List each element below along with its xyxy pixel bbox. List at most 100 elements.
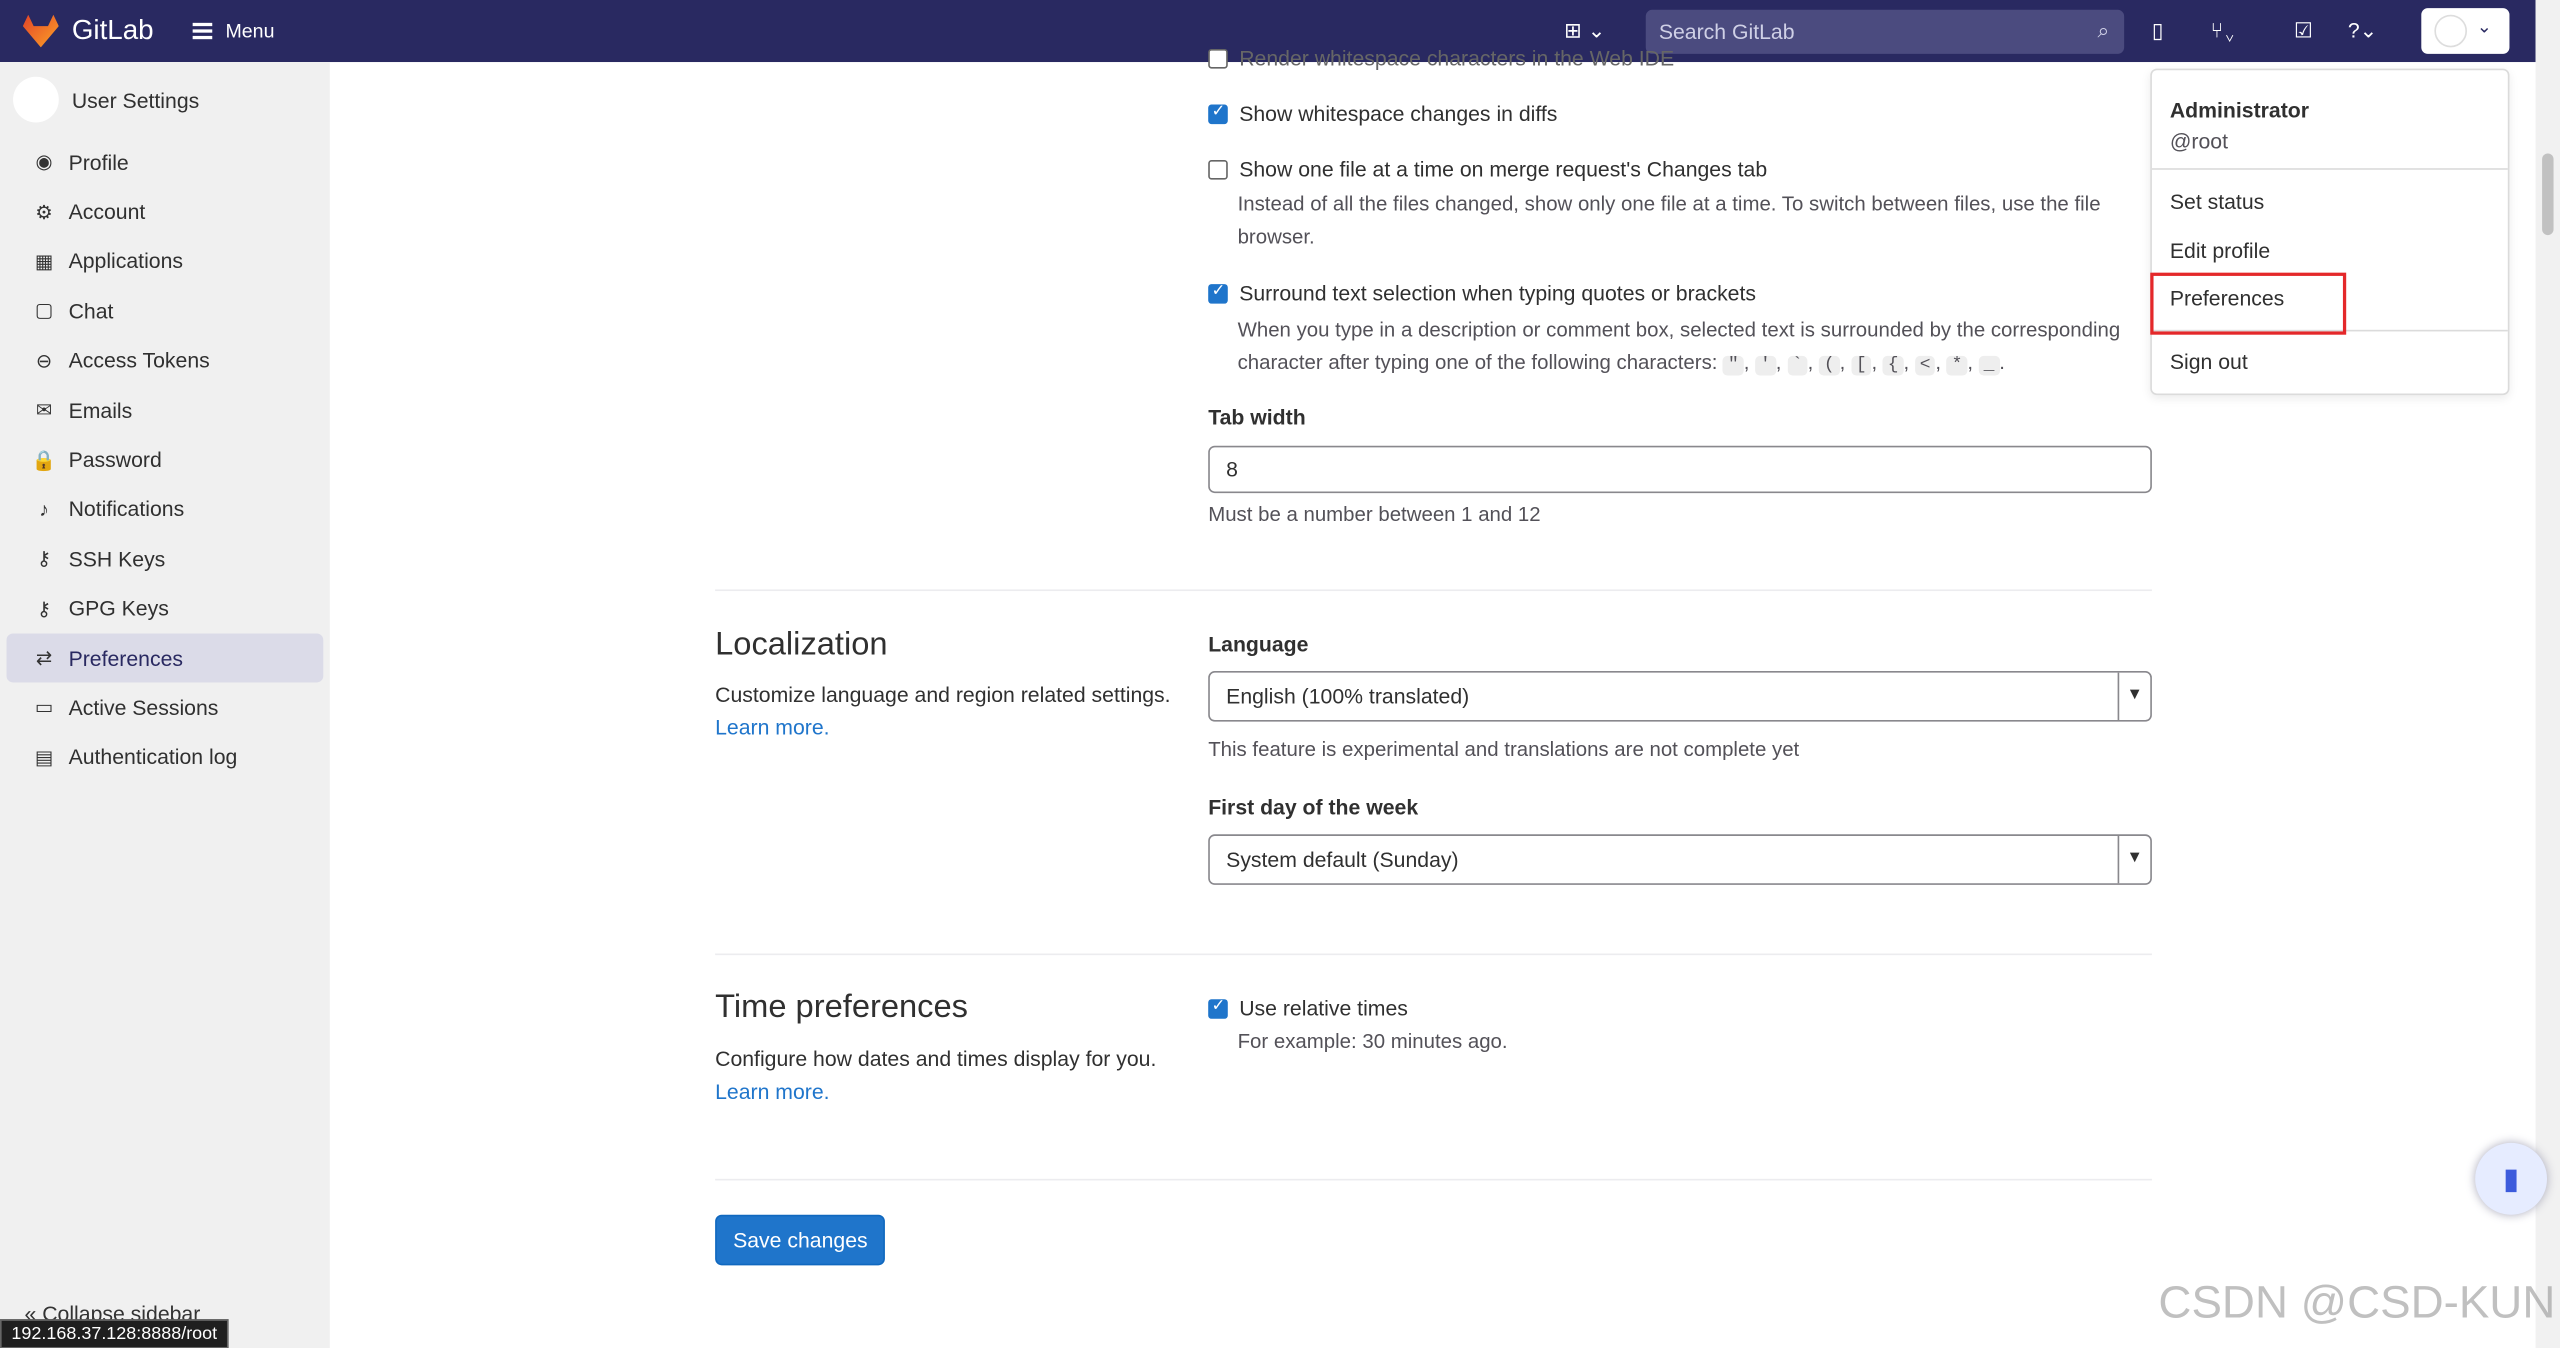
sidebar-item-ssh-keys[interactable]: ⚷ SSH Keys xyxy=(7,534,324,584)
section-desc: Customize language and region related se… xyxy=(715,679,1188,744)
char-code: * xyxy=(1946,355,1968,375)
mail-icon: ✉ xyxy=(35,398,53,422)
sidebar-item-authentication-log[interactable]: ▤ Authentication log xyxy=(7,733,324,783)
checkbox-label: Render whitespace characters in the Web … xyxy=(1239,45,1675,71)
sidebar-item-label: Authentication log xyxy=(68,745,238,770)
sidebar-item-label: Notifications xyxy=(68,497,185,522)
issues-icon[interactable]: ▯ xyxy=(2152,18,2164,44)
chat-icon: ▢ xyxy=(34,299,54,323)
checkbox-show-whitespace[interactable]: Show whitespace changes in diffs xyxy=(1208,101,1557,126)
save-changes-button[interactable]: Save changes xyxy=(715,1214,886,1266)
select-value: English (100% translated) xyxy=(1226,684,1470,709)
sidebar-item-label: Applications xyxy=(68,248,184,274)
char-code: < xyxy=(1914,355,1936,375)
tab-width-input[interactable]: 8 xyxy=(1208,445,2152,494)
sidebar-item-label: Access Tokens xyxy=(68,348,210,373)
sidebar: User Settings ◉ Profile ⚙ Account ▦ Applicati… xyxy=(0,62,330,1348)
chevron-down-icon: ▼ xyxy=(2117,835,2151,884)
checkbox-one-file[interactable]: Show one file at a time on merge request… xyxy=(1208,157,1767,181)
first-day-select[interactable]: System default (Sunday) ▼ xyxy=(1208,834,2152,885)
sidebar-item-label: SSH Keys xyxy=(68,546,166,572)
sidebar-header[interactable]: User Settings xyxy=(0,62,330,137)
checkbox xyxy=(1208,997,1228,1018)
applications-icon: ▦ xyxy=(34,249,54,273)
divider xyxy=(715,953,2152,956)
checkbox-surround[interactable]: Surround text selection when typing quot… xyxy=(1208,281,1756,305)
section-desc: Configure how dates and times display fo… xyxy=(715,1043,1188,1108)
sidebar-item-label: Profile xyxy=(68,149,129,175)
checkbox-label: Surround text selection when typing quot… xyxy=(1239,280,1756,306)
char-code: " xyxy=(1723,355,1744,375)
avatar xyxy=(2434,14,2468,48)
sidebar-title: User Settings xyxy=(71,87,200,112)
help-text: This feature is experimental and transla… xyxy=(1208,737,1800,761)
log-icon: ▤ xyxy=(34,745,54,769)
select-value: System default (Sunday) xyxy=(1226,847,1459,872)
sidebar-item-label: Account xyxy=(68,199,146,224)
checkbox xyxy=(1208,282,1228,303)
hamburger-icon xyxy=(192,22,213,40)
char-code: { xyxy=(1882,355,1904,375)
bell-icon: ♪ xyxy=(39,497,49,521)
sidebar-item-label: Active Sessions xyxy=(68,695,219,720)
menu-item-edit-profile[interactable]: Edit profile xyxy=(2152,226,2508,274)
sidebar-item-account[interactable]: ⚙ Account xyxy=(7,187,324,237)
help-text: When you type in a description or commen… xyxy=(1237,318,2121,375)
monitor-icon: ▭ xyxy=(34,696,54,720)
search-icon: ⌕ xyxy=(2097,17,2110,43)
scrollbar-thumb[interactable] xyxy=(2542,153,2554,236)
help-icon[interactable]: ?⌄ xyxy=(2348,18,2378,44)
sidebar-item-notifications[interactable]: ♪ Notifications xyxy=(7,484,324,534)
week-label: First day of the week xyxy=(1208,795,1419,820)
chevron-down-icon: ▼ xyxy=(2117,672,2151,721)
user-name: Administrator xyxy=(2169,97,2310,123)
sidebar-item-label: Preferences xyxy=(68,645,184,671)
checkbox-label: Use relative times xyxy=(1239,995,1408,1021)
merge-requests-icon[interactable]: ⑂⌄ xyxy=(2211,18,2236,42)
learn-more-link[interactable]: Learn more. xyxy=(715,1076,1188,1109)
sidebar-item-preferences[interactable]: ⇄ Preferences xyxy=(6,633,324,683)
new-dropdown-icon[interactable]: ⊞ ⌄ xyxy=(1564,18,1605,44)
user-menu-button[interactable]: ⌄ xyxy=(2421,8,2510,54)
input-value: 8 xyxy=(1226,457,1238,482)
floating-assistant-icon[interactable]: ▮ xyxy=(2475,1142,2548,1215)
sidebar-item-password[interactable]: 🔒 Password xyxy=(7,435,324,485)
sidebar-item-label: Emails xyxy=(68,397,133,423)
key-icon: ⚷ xyxy=(36,547,52,571)
sidebar-item-profile[interactable]: ◉ Profile xyxy=(7,137,324,187)
gitlab-home-link[interactable]: GitLab xyxy=(22,14,154,48)
sidebar-item-active-sessions[interactable]: ▭ Active Sessions xyxy=(7,683,324,733)
section-title: Localization xyxy=(715,626,888,663)
desc-text: Configure how dates and times display fo… xyxy=(715,1046,1157,1072)
brand: GitLab xyxy=(71,14,154,46)
sidebar-item-label: Password xyxy=(68,447,162,472)
language-label: Language xyxy=(1208,631,1309,657)
sidebar-item-gpg-keys[interactable]: ⚷ GPG Keys xyxy=(7,584,324,634)
checkbox-render-whitespace[interactable]: Render whitespace characters in the Web … xyxy=(1208,46,1674,70)
sidebar-item-applications[interactable]: ▦ Applications xyxy=(7,236,324,286)
lock-icon: 🔒 xyxy=(31,448,57,472)
menu-item-sign-out[interactable]: Sign out xyxy=(2152,337,2508,385)
help-text: Instead of all the files changed, show o… xyxy=(1237,192,2101,248)
tab-width-label: Tab width xyxy=(1208,404,1306,430)
divider xyxy=(715,589,2152,592)
sidebar-item-emails[interactable]: ✉ Emails xyxy=(7,385,324,435)
checkbox-relative-times[interactable]: Use relative times xyxy=(1208,996,1408,1020)
key-icon: ⚷ xyxy=(36,597,52,620)
menu-button[interactable]: Menu xyxy=(192,19,275,43)
user-info: Administrator @root xyxy=(2152,70,2508,154)
gitlab-logo-icon xyxy=(22,14,59,48)
learn-more-link[interactable]: Learn more. xyxy=(715,712,1188,745)
char-code: [ xyxy=(1850,355,1872,375)
checkbox xyxy=(1208,102,1228,124)
scrollbar[interactable] xyxy=(2535,0,2560,1348)
todos-icon[interactable]: ☑ xyxy=(2294,18,2313,44)
menu-item-set-status[interactable]: Set status xyxy=(2152,178,2508,226)
menu-label: Menu xyxy=(225,19,275,43)
char-code: ` xyxy=(1787,355,1808,375)
highlight-box xyxy=(2150,272,2347,335)
search-input[interactable]: Search GitLab ⌕ xyxy=(1645,9,2125,54)
sidebar-item-chat[interactable]: ▢ Chat xyxy=(7,286,324,336)
sidebar-item-access-tokens[interactable]: ⊖ Access Tokens xyxy=(7,336,324,386)
language-select[interactable]: English (100% translated) ▼ xyxy=(1208,671,2152,722)
